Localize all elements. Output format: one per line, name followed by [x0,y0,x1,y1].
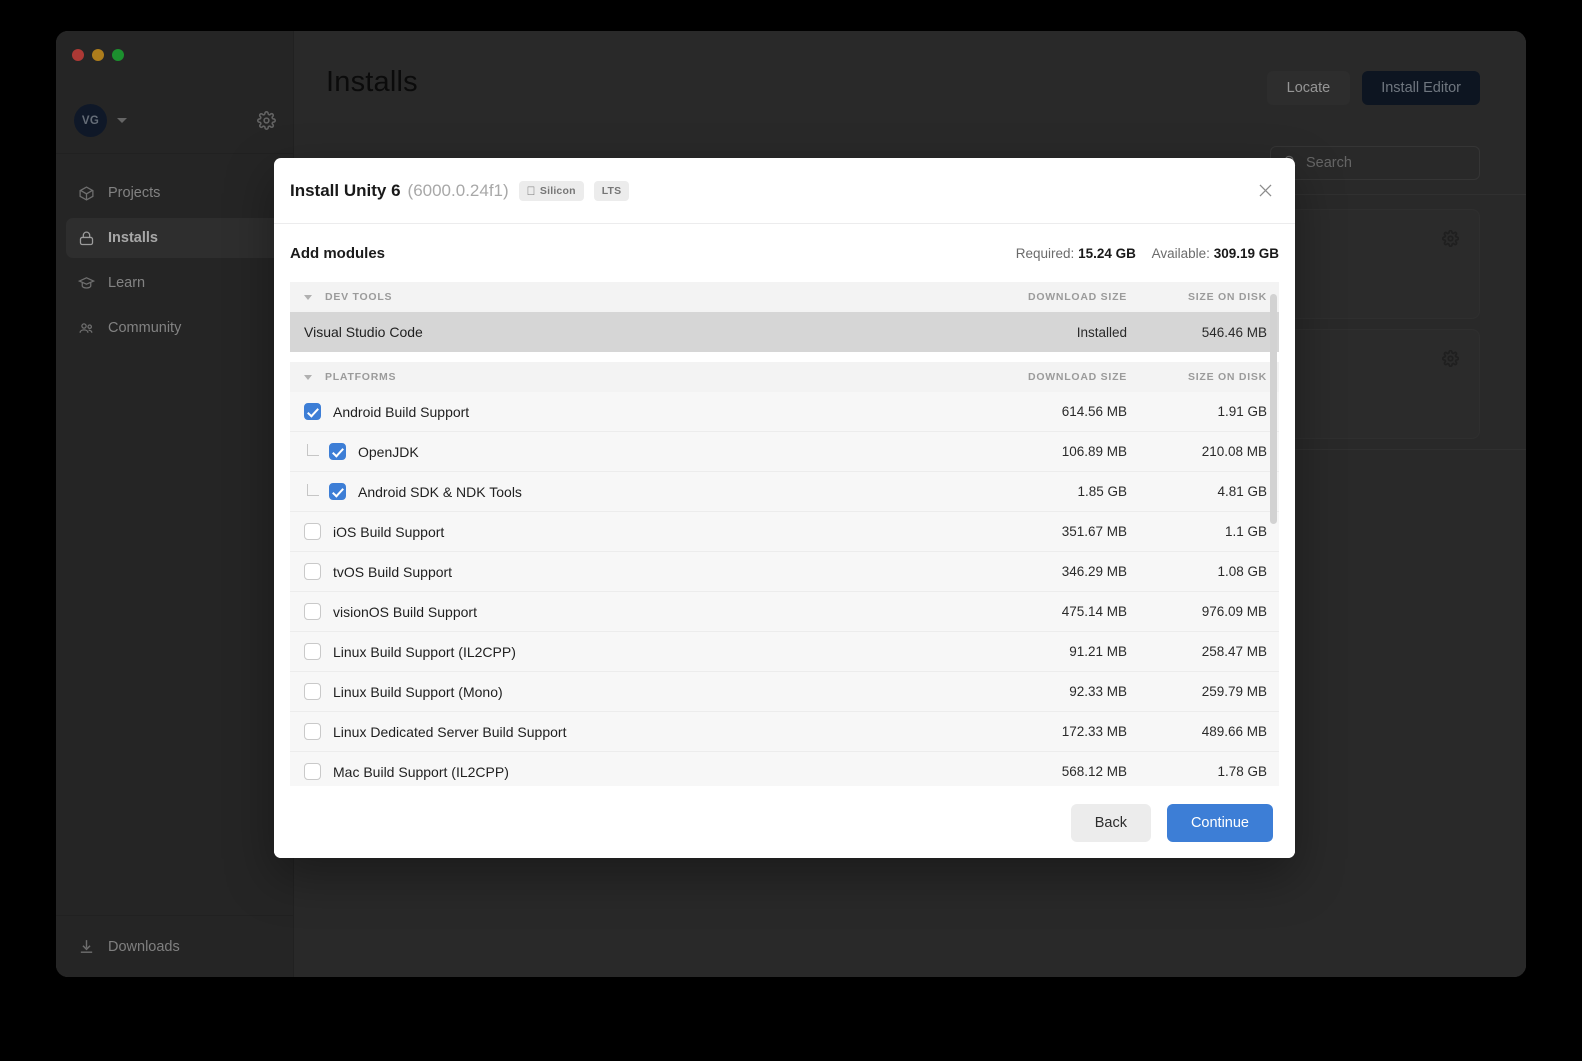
required-value: 15.24 GB [1078,245,1136,261]
module-checkbox[interactable] [304,603,321,620]
dialog-header: Install Unity 6 (6000.0.24f1)  Silicon … [274,158,1295,224]
dialog-footer: Back Continue [274,786,1295,858]
module-download-size: 475.14 MB [1061,604,1127,619]
lts-badge-label: LTS [592,184,621,197]
dialog-version: (6000.0.24f1) [407,180,509,200]
table-row[interactable]: iOS Build Support 351.67 MB 1.1 GB [290,512,1279,552]
module-size-on-disk: 1.1 GB [1224,524,1267,539]
module-download-size: 92.33 MB [1069,684,1127,699]
module-size-on-disk: 4.81 GB [1217,484,1267,499]
table-row[interactable]: Mac Build Support (IL2CPP) 568.12 MB 1.7… [290,752,1279,786]
module-size-on-disk: 546.46 MB [1201,324,1267,340]
available-value: 309.19 GB [1213,245,1279,261]
module-checkbox[interactable] [304,563,321,580]
module-checkbox[interactable] [304,683,321,700]
module-checkbox[interactable] [304,763,321,780]
module-download-size: 568.12 MB [1061,764,1127,779]
module-checkbox[interactable] [304,403,321,420]
module-label: Visual Studio Code [304,324,423,340]
module-label: Android SDK & NDK Tools [358,483,522,500]
add-modules-title: Add modules [290,244,386,262]
table-row[interactable]: OpenJDK 106.89 MB 210.08 MB [290,432,1279,472]
tree-branch-icon [307,443,329,460]
scrollbar-thumb[interactable] [1270,294,1277,524]
screen: VG Projects Installs Learn Community Dow… [0,0,1582,1061]
column-size-on-disk: SIZE ON DISK [1187,291,1267,303]
module-size-on-disk: 1.08 GB [1217,564,1267,579]
required-label: Required: [1015,245,1075,261]
column-download-size: DOWNLOAD SIZE [1028,371,1127,383]
column-size-on-disk: SIZE ON DISK [1187,371,1267,383]
table-row[interactable]: Linux Dedicated Server Build Support 172… [290,712,1279,752]
module-label: Linux Build Support (IL2CPP) [333,643,516,660]
module-download-size: 351.67 MB [1061,524,1127,539]
module-label: Linux Build Support (Mono) [333,683,503,700]
module-size-on-disk: 1.91 GB [1217,404,1267,419]
silicon-badge-label: Silicon [530,184,576,197]
tree-branch-icon [307,483,329,500]
module-label: Android Build Support [333,403,470,420]
module-download-size: 172.33 MB [1061,724,1127,739]
chevron-down-icon[interactable] [304,374,312,380]
close-icon[interactable] [1251,177,1279,205]
module-label: visionOS Build Support [333,603,477,620]
module-download-size: 106.89 MB [1061,444,1127,459]
continue-button[interactable]: Continue [1166,803,1273,842]
table-row[interactable]: tvOS Build Support 346.29 MB 1.08 GB [290,552,1279,592]
module-checkbox[interactable] [329,443,346,460]
silicon-badge:  Silicon [518,180,584,201]
module-download-size: 346.29 MB [1061,564,1127,579]
column-download-size: DOWNLOAD SIZE [1028,291,1127,303]
back-button[interactable]: Back [1070,803,1151,842]
table-row[interactable]: Linux Build Support (IL2CPP) 91.21 MB 25… [290,632,1279,672]
module-checkbox[interactable] [304,723,321,740]
modules-scrollbar[interactable] [1270,292,1277,778]
module-size-on-disk: 976.09 MB [1201,604,1267,619]
table-row[interactable]: Android SDK & NDK Tools 1.85 GB 4.81 GB [290,472,1279,512]
available-label: Available: [1151,245,1210,261]
module-label: iOS Build Support [333,523,445,540]
chevron-down-icon[interactable] [304,294,312,300]
module-label: Linux Dedicated Server Build Support [333,723,567,740]
table-row[interactable]: Android Build Support 614.56 MB 1.91 GB [290,392,1279,432]
module-label: tvOS Build Support [333,563,453,580]
module-size-on-disk: 489.66 MB [1201,724,1267,739]
module-download-size: 1.85 GB [1077,484,1127,499]
group-label: PLATFORMS [325,371,397,383]
module-label: Mac Build Support (IL2CPP) [333,763,509,780]
lts-badge: LTS [592,180,630,201]
group-header-dev-tools[interactable]: DEV TOOLS DOWNLOAD SIZE SIZE ON DISK [290,282,1279,312]
module-download-size: Installed [1076,324,1127,340]
module-checkbox[interactable] [304,643,321,660]
module-size-on-disk: 1.78 GB [1217,764,1267,779]
module-download-size: 614.56 MB [1061,404,1127,419]
table-row[interactable]: Linux Build Support (Mono) 92.33 MB 259.… [290,672,1279,712]
table-row[interactable]: Visual Studio Code Installed 546.46 MB [290,312,1279,352]
dialog-subheader: Add modules Required: 15.24 GB Available… [274,224,1295,282]
install-modules-dialog: Install Unity 6 (6000.0.24f1)  Silicon … [274,158,1295,858]
module-size-on-disk: 258.47 MB [1201,644,1267,659]
dialog-title: Install Unity 6 [290,180,401,200]
module-size-on-disk: 210.08 MB [1201,444,1267,459]
module-checkbox[interactable] [304,523,321,540]
modules-list: DEV TOOLS DOWNLOAD SIZE SIZE ON DISK Vis… [274,282,1295,786]
group-header-platforms[interactable]: PLATFORMS DOWNLOAD SIZE SIZE ON DISK [290,362,1279,392]
module-size-on-disk: 259.79 MB [1201,684,1267,699]
group-label: DEV TOOLS [325,291,393,303]
modules-list-inner: DEV TOOLS DOWNLOAD SIZE SIZE ON DISK Vis… [290,282,1279,786]
module-checkbox[interactable] [329,483,346,500]
apple-icon:  [527,185,536,197]
table-row[interactable]: visionOS Build Support 475.14 MB 976.09 … [290,592,1279,632]
disk-stats: Required: 15.24 GB Available: 309.19 GB [1016,246,1279,261]
module-label: OpenJDK [358,443,419,460]
module-download-size: 91.21 MB [1069,644,1127,659]
group-spacer [290,352,1279,362]
